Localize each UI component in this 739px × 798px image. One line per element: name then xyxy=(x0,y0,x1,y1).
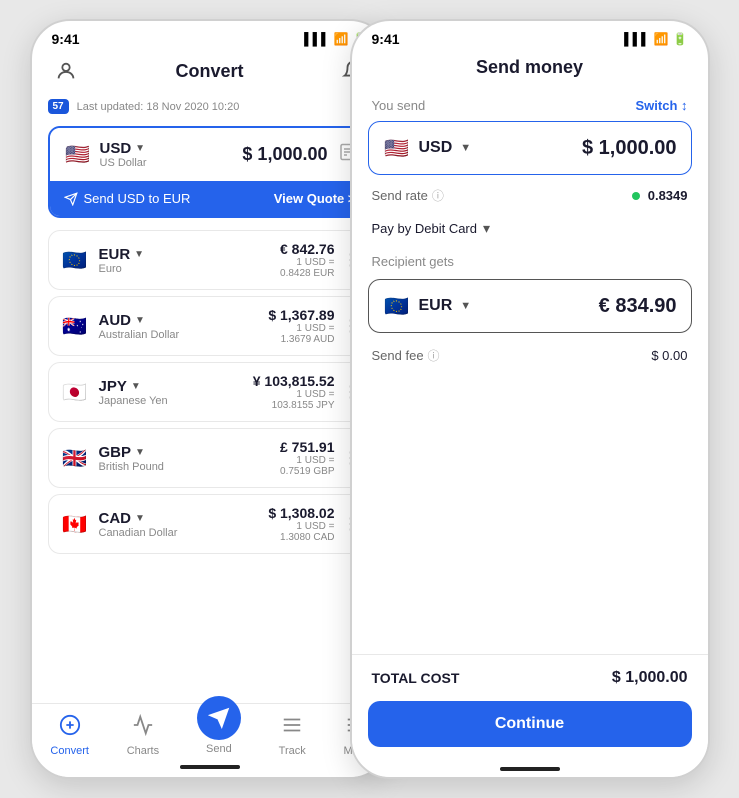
total-value: $ 1,000.00 xyxy=(612,669,688,687)
recipient-amount: € 834.90 xyxy=(599,295,677,318)
wifi-icon: 📶 xyxy=(334,32,349,46)
recipient-card: 🇪🇺 EUR ▼ € 834.90 xyxy=(368,279,692,333)
send-rate-label: Send rate ⓘ xyxy=(372,187,444,204)
converter-top: 🇺🇸 USD ▼ US Dollar $ 1,000.00 xyxy=(50,128,370,181)
nav-track-label: Track xyxy=(279,745,306,757)
rwifi-icon: 📶 xyxy=(654,32,669,46)
recipient-row: 🇪🇺 EUR ▼ € 834.90 xyxy=(369,280,691,332)
list-item[interactable]: 🇬🇧 GBP ▼ British Pound £ 751.91 1 USD =0… xyxy=(48,428,372,488)
gbp-flag: 🇬🇧 xyxy=(61,444,89,472)
nav-convert-label: Convert xyxy=(50,745,89,757)
usd-flag: 🇺🇸 xyxy=(64,141,92,169)
you-send-row: 🇺🇸 USD ▼ $ 1,000.00 xyxy=(369,122,691,174)
pay-method-selector[interactable]: Pay by Debit Card ▾ xyxy=(352,212,708,249)
send-fee-value: $ 0.00 xyxy=(651,348,687,363)
track-icon xyxy=(281,714,303,742)
nav-send[interactable]: Send xyxy=(197,716,241,755)
convert-icon xyxy=(59,714,81,742)
last-updated: 57 Last updated: 18 Nov 2020 10:20 xyxy=(32,95,388,122)
send-fee-label: Send fee ⓘ xyxy=(372,347,440,364)
send-currency-selector[interactable]: 🇺🇸 USD ▼ xyxy=(383,134,472,162)
home-indicator xyxy=(180,761,240,769)
right-header: Send money xyxy=(352,53,708,88)
send-currency-code: USD xyxy=(419,139,453,157)
base-currency-code: USD xyxy=(100,140,132,157)
cad-flag: 🇨🇦 xyxy=(61,510,89,538)
right-phone: 9:41 ▌▌▌ 📶 🔋 Send money You send Switch … xyxy=(350,19,710,779)
right-header-title: Send money xyxy=(476,57,583,78)
eur-flag: 🇪🇺 xyxy=(61,246,89,274)
send-rate-row: Send rate ⓘ 0.8349 xyxy=(352,179,708,212)
update-badge: 57 xyxy=(48,99,69,114)
left-time: 9:41 xyxy=(52,31,80,47)
pay-method-label: Pay by Debit Card xyxy=(372,221,478,236)
fee-row: Send fee ⓘ $ 0.00 xyxy=(352,337,708,374)
green-dot xyxy=(632,192,640,200)
send-usd-flag: 🇺🇸 xyxy=(383,134,411,162)
rbattery-icon: 🔋 xyxy=(673,32,688,46)
total-label: TOTAL COST xyxy=(372,670,460,686)
send-icon xyxy=(197,696,241,740)
you-send-card: 🇺🇸 USD ▼ $ 1,000.00 xyxy=(368,121,692,175)
base-currency: 🇺🇸 USD ▼ US Dollar xyxy=(64,140,147,169)
right-status-icons: ▌▌▌ 📶 🔋 xyxy=(624,32,687,46)
send-currency-arrow: ▼ xyxy=(460,142,471,154)
left-phone: 9:41 ▌▌▌ 📶 🔋 Convert 57 xyxy=(30,19,390,779)
charts-icon xyxy=(132,714,154,742)
phones-container: 9:41 ▌▌▌ 📶 🔋 Convert 57 xyxy=(30,19,710,779)
signal-icon: ▌▌▌ xyxy=(304,32,330,46)
recipient-label: Recipient gets xyxy=(372,254,454,269)
send-label: Send USD to EUR xyxy=(64,191,191,206)
you-send-label: You send xyxy=(372,98,426,113)
pay-method-arrow: ▾ xyxy=(483,220,490,237)
recipient-currency-arrow: ▼ xyxy=(460,300,471,312)
nav-charts[interactable]: Charts xyxy=(127,714,159,757)
recipient-currency-selector[interactable]: 🇪🇺 EUR ▼ xyxy=(383,292,472,320)
base-amount: $ 1,000.00 xyxy=(242,144,327,165)
switch-button[interactable]: Switch ↕ xyxy=(635,98,687,113)
converter-card[interactable]: 🇺🇸 USD ▼ US Dollar $ 1,000.00 xyxy=(48,126,372,218)
nav-convert[interactable]: Convert xyxy=(50,714,89,757)
send-amount[interactable]: $ 1,000.00 xyxy=(582,137,677,160)
base-currency-name: US Dollar xyxy=(100,157,147,169)
jpy-flag: 🇯🇵 xyxy=(61,378,89,406)
you-send-header: You send Switch ↕ xyxy=(352,88,708,117)
nav-charts-label: Charts xyxy=(127,745,159,757)
list-item[interactable]: 🇨🇦 CAD ▼ Canadian Dollar $ 1,308.02 1 US… xyxy=(48,494,372,554)
rsignal-icon: ▌▌▌ xyxy=(624,32,650,46)
total-section: TOTAL COST $ 1,000.00 Continue xyxy=(352,654,708,777)
converter-bottom[interactable]: Send USD to EUR View Quote > xyxy=(50,181,370,216)
currency-list: 🇪🇺 EUR ▼ Euro € 842.76 1 USD =0.8428 EUR xyxy=(32,222,388,562)
rate-info-icon: ⓘ xyxy=(432,187,444,204)
profile-icon[interactable] xyxy=(52,57,80,85)
fee-info-icon: ⓘ xyxy=(428,347,440,364)
total-row: TOTAL COST $ 1,000.00 xyxy=(352,655,708,695)
list-item[interactable]: 🇦🇺 AUD ▼ Australian Dollar $ 1,367.89 1 … xyxy=(48,296,372,356)
base-currency-arrow: ▼ xyxy=(135,143,145,154)
recipient-currency-code: EUR xyxy=(419,297,453,315)
right-time: 9:41 xyxy=(372,31,400,47)
continue-button[interactable]: Continue xyxy=(368,701,692,747)
recipient-gets-label: Recipient gets xyxy=(352,249,708,275)
right-status-bar: 9:41 ▌▌▌ 📶 🔋 xyxy=(352,21,708,53)
send-rate-value: 0.8349 xyxy=(632,188,687,203)
left-status-bar: 9:41 ▌▌▌ 📶 🔋 xyxy=(32,21,388,53)
right-home-indicator xyxy=(352,767,708,777)
nav-track[interactable]: Track xyxy=(279,714,306,757)
recipient-eur-flag: 🇪🇺 xyxy=(383,292,411,320)
nav-send-label: Send xyxy=(206,743,232,755)
aud-flag: 🇦🇺 xyxy=(61,312,89,340)
view-quote-button[interactable]: View Quote > xyxy=(274,191,356,206)
left-header-title: Convert xyxy=(175,61,243,82)
update-text: Last updated: 18 Nov 2020 10:20 xyxy=(77,101,240,113)
left-header: Convert xyxy=(32,53,388,95)
list-item[interactable]: 🇪🇺 EUR ▼ Euro € 842.76 1 USD =0.8428 EUR xyxy=(48,230,372,290)
list-item[interactable]: 🇯🇵 JPY ▼ Japanese Yen ¥ 103,815.52 1 USD… xyxy=(48,362,372,422)
